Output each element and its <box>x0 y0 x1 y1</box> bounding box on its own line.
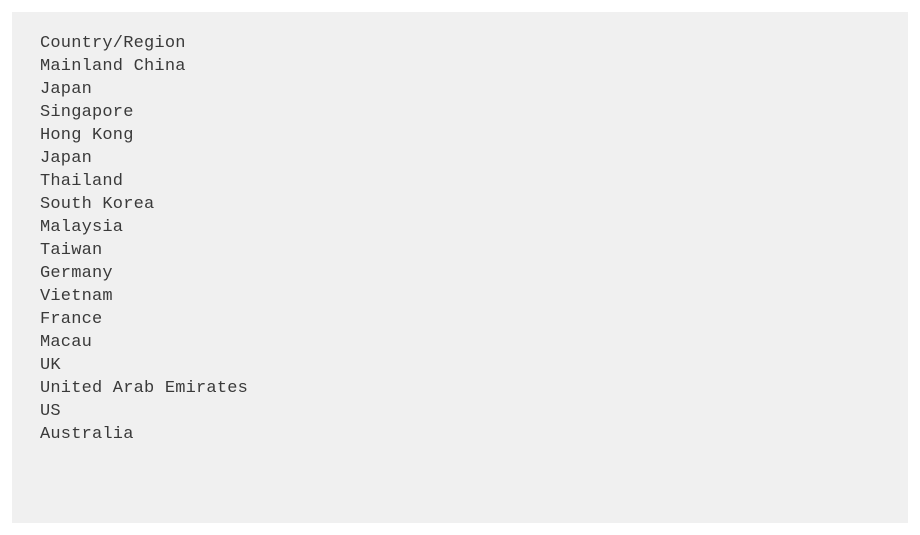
code-output-block: Country/Region Mainland China Japan Sing… <box>12 12 908 523</box>
output-row: Thailand <box>40 170 880 193</box>
output-row: Australia <box>40 423 880 446</box>
output-row: Germany <box>40 262 880 285</box>
output-row: Hong Kong <box>40 124 880 147</box>
output-row: UK <box>40 354 880 377</box>
output-row: Japan <box>40 147 880 170</box>
output-row: Mainland China <box>40 55 880 78</box>
output-row: Taiwan <box>40 239 880 262</box>
output-header: Country/Region <box>40 32 880 55</box>
output-row: Malaysia <box>40 216 880 239</box>
output-row: United Arab Emirates <box>40 377 880 400</box>
output-row: Japan <box>40 78 880 101</box>
output-row: Macau <box>40 331 880 354</box>
output-row: France <box>40 308 880 331</box>
output-row: Singapore <box>40 101 880 124</box>
output-row: US <box>40 400 880 423</box>
output-row: South Korea <box>40 193 880 216</box>
output-row: Vietnam <box>40 285 880 308</box>
